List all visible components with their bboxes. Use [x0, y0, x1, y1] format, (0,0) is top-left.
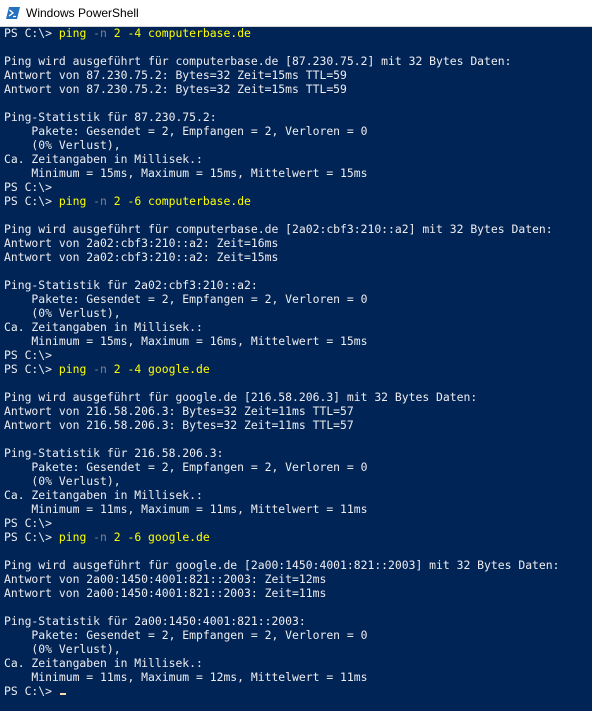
output-line: Minimum = 15ms, Maximum = 16ms, Mittelwe… [4, 334, 368, 348]
prompt-text: PS C:\> [4, 684, 59, 698]
output-line: (0% Verlust), [4, 138, 121, 152]
command-name: ping [58, 194, 87, 208]
output-line: PS C:\> [4, 180, 53, 194]
output-line: PS C:\> [4, 348, 53, 362]
output-line: Pakete: Gesendet = 2, Empfangen = 2, Ver… [4, 124, 368, 138]
command-arguments: 2 -6 google.de [106, 530, 210, 544]
output-line: Antwort von 216.58.206.3: Bytes=32 Zeit=… [4, 404, 354, 418]
powershell-icon [6, 7, 20, 19]
output-line: Ping wird ausgeführt für computerbase.de… [4, 54, 512, 68]
output-line: Ping wird ausgeführt für google.de [216.… [4, 390, 478, 404]
command-line: PS C:\> ping -n 2 -4 google.de [4, 362, 588, 376]
prompt-text: PS C:\> [4, 194, 59, 208]
output-line: Ping wird ausgeführt für computerbase.de… [4, 222, 553, 236]
command-option: -n [93, 26, 107, 40]
output-line: Antwort von 2a00:1450:4001:821::2003: Ze… [4, 586, 327, 600]
window-title: Windows PowerShell [26, 6, 139, 20]
command-arguments: 2 -6 computerbase.de [106, 194, 251, 208]
output-line: Ping wird ausgeführt für google.de [2a00… [4, 558, 560, 572]
command-line: PS C:\> ping -n 2 -6 google.de [4, 530, 588, 544]
output-line: Antwort von 2a02:cbf3:210::a2: Zeit=16ms [4, 236, 279, 250]
command-arguments: 2 -4 computerbase.de [106, 26, 251, 40]
output-line: Antwort von 2a02:cbf3:210::a2: Zeit=15ms [4, 250, 279, 264]
prompt-text: PS C:\> [4, 530, 59, 544]
active-prompt: PS C:\> [4, 684, 588, 698]
output-line: Antwort von 87.230.75.2: Bytes=32 Zeit=1… [4, 82, 347, 96]
output-line: PS C:\> [4, 516, 53, 530]
output-line: Ping-Statistik für 216.58.206.3: [4, 446, 224, 460]
output-line: Pakete: Gesendet = 2, Empfangen = 2, Ver… [4, 292, 368, 306]
command-name: ping [58, 26, 87, 40]
output-line: Minimum = 11ms, Maximum = 12ms, Mittelwe… [4, 670, 368, 684]
output-line: Minimum = 15ms, Maximum = 15ms, Mittelwe… [4, 166, 368, 180]
output-line: Ca. Zeitangaben in Millisek.: [4, 656, 203, 670]
output-line: (0% Verlust), [4, 642, 121, 656]
output-line: Ping-Statistik für 87.230.75.2: [4, 110, 217, 124]
output-line: Ca. Zeitangaben in Millisek.: [4, 488, 203, 502]
console-output[interactable]: PS C:\> ping -n 2 -4 computerbase.de Ping… [4, 26, 588, 711]
powershell-window: Windows PowerShell PS C:\> ping -n 2 -4 … [0, 0, 592, 711]
command-line: PS C:\> ping -n 2 -6 computerbase.de [4, 194, 588, 208]
output-line: Antwort von 2a00:1450:4001:821::2003: Ze… [4, 572, 327, 586]
output-line: Pakete: Gesendet = 2, Empfangen = 2, Ver… [4, 628, 368, 642]
text-cursor [59, 693, 66, 695]
prompt-text: PS C:\> [4, 26, 59, 40]
command-name: ping [58, 530, 87, 544]
title-bar[interactable]: Windows PowerShell [0, 0, 592, 27]
command-option: -n [93, 362, 107, 376]
output-line: Ca. Zeitangaben in Millisek.: [4, 320, 203, 334]
output-line: Ping-Statistik für 2a02:cbf3:210::a2: [4, 278, 258, 292]
command-name: ping [58, 362, 87, 376]
output-line: Antwort von 87.230.75.2: Bytes=32 Zeit=1… [4, 68, 347, 82]
prompt-text: PS C:\> [4, 362, 59, 376]
output-line: Ping-Statistik für 2a00:1450:4001:821::2… [4, 614, 306, 628]
output-line: (0% Verlust), [4, 306, 121, 320]
command-line: PS C:\> ping -n 2 -4 computerbase.de [4, 26, 588, 40]
command-arguments: 2 -4 google.de [106, 362, 210, 376]
output-line: Minimum = 11ms, Maximum = 11ms, Mittelwe… [4, 502, 368, 516]
output-line: (0% Verlust), [4, 474, 121, 488]
output-line: Antwort von 216.58.206.3: Bytes=32 Zeit=… [4, 418, 354, 432]
command-option: -n [93, 530, 107, 544]
command-option: -n [93, 194, 107, 208]
output-line: Pakete: Gesendet = 2, Empfangen = 2, Ver… [4, 460, 368, 474]
output-line: Ca. Zeitangaben in Millisek.: [4, 152, 203, 166]
